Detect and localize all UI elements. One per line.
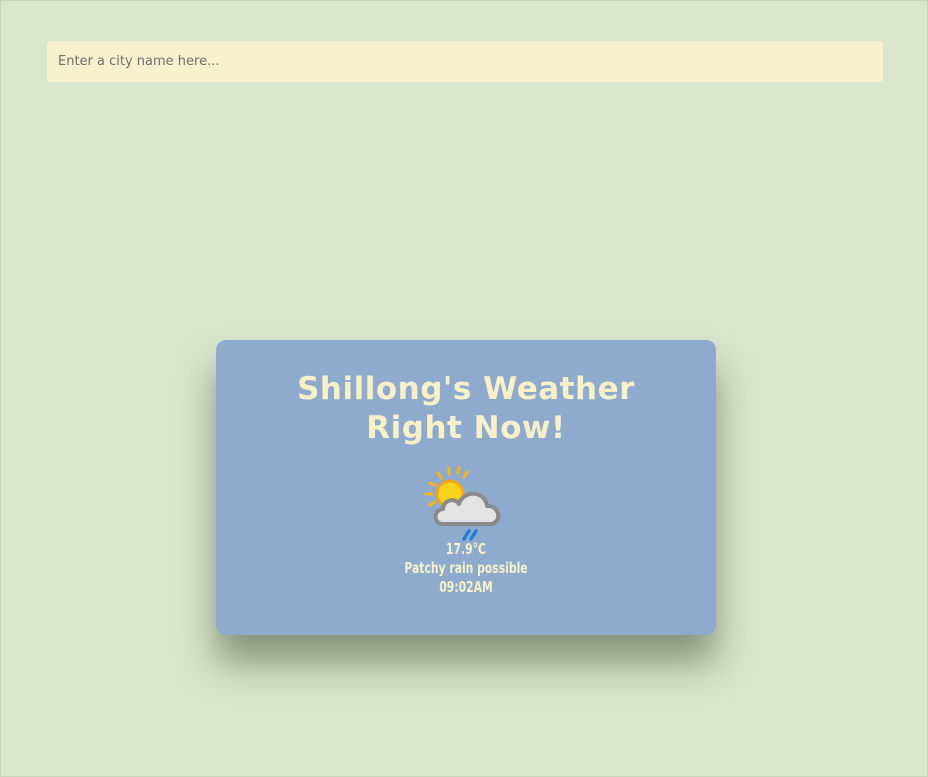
weather-card: Shillong's Weather Right Now! 17.9°C Pat… [216,340,716,635]
temperature-text: 17.9°C [446,540,486,558]
city-search-input[interactable] [47,41,883,82]
search-bar [47,41,883,82]
sun-cloud-rain-icon [424,465,501,541]
weather-card-title: Shillong's Weather Right Now! [297,371,635,446]
condition-text: Patchy rain possible [404,559,528,577]
local-time-text: 09:02AM [439,578,493,596]
